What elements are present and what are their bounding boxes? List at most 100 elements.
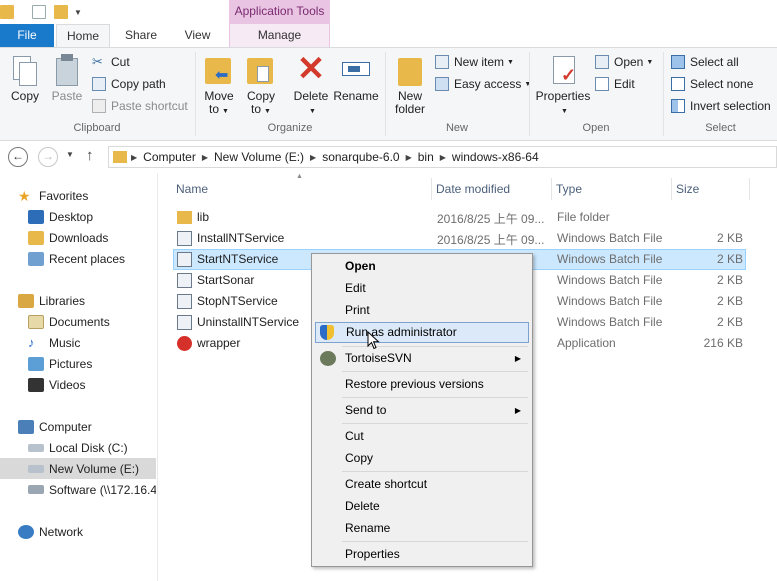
menu-edit[interactable]: Edit bbox=[315, 278, 529, 299]
new-folder-label-2: folder bbox=[394, 102, 426, 116]
file-row[interactable]: lib 2016/8/25 上午 09... File folder bbox=[173, 207, 746, 228]
nav-label: New Volume (E:) bbox=[49, 461, 140, 476]
tab-view[interactable]: View bbox=[170, 24, 225, 47]
paste-shortcut-button[interactable]: Paste shortcut bbox=[92, 96, 188, 116]
nav-software-share[interactable]: Software (\\172.16.4 bbox=[28, 479, 156, 500]
paste-button[interactable]: Paste bbox=[48, 52, 86, 103]
open-button[interactable]: Open ▼ bbox=[595, 52, 653, 72]
column-name[interactable]: Name bbox=[172, 178, 432, 200]
nav-label: Favorites bbox=[39, 188, 89, 203]
copy-to-icon bbox=[245, 52, 277, 86]
nav-label: Pictures bbox=[49, 356, 93, 371]
nav-libraries[interactable]: Libraries bbox=[18, 290, 85, 311]
nav-label: Software (\\172.16.4 bbox=[49, 482, 156, 497]
nav-recent-places[interactable]: Recent places bbox=[28, 248, 125, 269]
chevron-right-icon[interactable]: ▶ bbox=[308, 153, 318, 162]
menu-cut[interactable]: Cut bbox=[315, 426, 529, 447]
tab-manage[interactable]: Manage bbox=[229, 24, 330, 47]
breadcrumb-sonarqube[interactable]: sonarqube-6.0 bbox=[318, 150, 403, 164]
file-name: StartSonar bbox=[197, 273, 255, 287]
menu-tortoisesvn[interactable]: TortoiseSVN ▶ bbox=[315, 348, 529, 369]
menu-print[interactable]: Print bbox=[315, 300, 529, 321]
file-row[interactable]: InstallNTService 2016/8/25 上午 09... Wind… bbox=[173, 228, 746, 249]
nav-videos[interactable]: Videos bbox=[28, 374, 85, 395]
select-group-label: Select bbox=[705, 122, 736, 134]
menu-create-shortcut[interactable]: Create shortcut bbox=[315, 474, 529, 495]
copy-path-icon bbox=[92, 77, 106, 91]
menu-properties[interactable]: Properties bbox=[315, 544, 529, 565]
file-type: Windows Batch File bbox=[557, 315, 663, 329]
contextual-tab-header: Application Tools bbox=[229, 0, 330, 24]
rename-button[interactable]: Rename bbox=[333, 52, 379, 103]
chevron-right-icon[interactable]: ▶ bbox=[438, 153, 448, 162]
back-icon[interactable]: ← bbox=[8, 147, 28, 167]
tab-share[interactable]: Share bbox=[112, 24, 170, 47]
nav-network[interactable]: Network bbox=[18, 521, 83, 542]
delete-button[interactable]: ✕ Delete ▼ bbox=[289, 52, 333, 118]
nav-label: Videos bbox=[49, 377, 86, 392]
menu-separator bbox=[342, 371, 528, 372]
edit-icon bbox=[595, 77, 609, 91]
properties-icon[interactable] bbox=[32, 5, 46, 19]
copy-button[interactable]: Copy bbox=[6, 52, 44, 103]
menu-delete[interactable]: Delete bbox=[315, 496, 529, 517]
menu-label: TortoiseSVN bbox=[345, 351, 412, 365]
chevron-right-icon[interactable]: ▶ bbox=[200, 153, 210, 162]
nav-computer[interactable]: Computer bbox=[18, 416, 92, 437]
column-date-modified[interactable]: Date modified bbox=[432, 178, 552, 200]
move-to-button[interactable]: ⬅ Move to ▼ bbox=[199, 52, 239, 118]
easy-access-label: Easy access bbox=[454, 77, 522, 91]
breadcrumb-windows[interactable]: windows-x86-64 bbox=[448, 150, 543, 164]
recent-locations-icon[interactable]: ▼ bbox=[66, 150, 74, 159]
batch-file-icon bbox=[177, 315, 192, 330]
forward-icon[interactable]: → bbox=[38, 147, 58, 167]
file-name: lib bbox=[197, 210, 210, 224]
properties-button[interactable]: ✓ Properties ▼ bbox=[535, 52, 591, 118]
breadcrumb-bin[interactable]: bin bbox=[414, 150, 438, 164]
menu-run-as-administrator[interactable]: Run as administrator bbox=[315, 322, 529, 343]
file-type: Windows Batch File bbox=[557, 273, 663, 287]
copy-path-button[interactable]: Copy path bbox=[92, 74, 166, 94]
quick-access-toolbar: ▼ bbox=[0, 2, 82, 22]
new-item-button[interactable]: New item ▼ bbox=[435, 52, 514, 72]
nav-documents[interactable]: Documents bbox=[28, 311, 110, 332]
copy-to-button[interactable]: Copy to ▼ bbox=[241, 52, 281, 118]
menu-open[interactable]: Open bbox=[315, 256, 529, 277]
qat-dropdown-icon[interactable]: ▼ bbox=[74, 8, 82, 17]
nav-desktop[interactable]: Desktop bbox=[28, 206, 93, 227]
move-to-label-2: to bbox=[209, 102, 220, 116]
folder-icon[interactable] bbox=[0, 5, 14, 19]
select-none-button[interactable]: Select none bbox=[671, 74, 753, 94]
breadcrumb-volume[interactable]: New Volume (E:) bbox=[210, 150, 308, 164]
chevron-right-icon[interactable]: ▶ bbox=[129, 153, 139, 162]
address-bar[interactable]: ▶ Computer ▶ New Volume (E:) ▶ sonarqube… bbox=[108, 146, 777, 168]
menu-rename[interactable]: Rename bbox=[315, 518, 529, 539]
select-all-button[interactable]: Select all bbox=[671, 52, 739, 72]
chevron-right-icon[interactable]: ▶ bbox=[404, 153, 414, 162]
move-to-label: Move bbox=[204, 89, 234, 103]
nav-local-disk[interactable]: Local Disk (C:) bbox=[28, 437, 128, 458]
tab-home[interactable]: Home bbox=[56, 24, 110, 48]
nav-downloads[interactable]: Downloads bbox=[28, 227, 108, 248]
new-folder-icon[interactable] bbox=[54, 5, 68, 19]
column-size[interactable]: Size bbox=[672, 178, 750, 200]
batch-file-icon bbox=[177, 294, 192, 309]
invert-selection-button[interactable]: Invert selection bbox=[671, 96, 771, 116]
nav-new-volume[interactable]: New Volume (E:) bbox=[0, 458, 156, 479]
menu-restore-previous-versions[interactable]: Restore previous versions bbox=[315, 374, 529, 395]
column-type[interactable]: Type bbox=[552, 178, 672, 200]
tab-file[interactable]: File bbox=[0, 24, 54, 47]
up-arrow-icon[interactable]: ↑ bbox=[86, 147, 94, 164]
new-folder-button[interactable]: New folder bbox=[390, 52, 430, 116]
nav-music[interactable]: ♪ Music bbox=[28, 332, 80, 353]
easy-access-button[interactable]: Easy access ▼ bbox=[435, 74, 531, 94]
cut-button[interactable]: ✂ Cut bbox=[92, 52, 130, 72]
nav-favorites[interactable]: ★ Favorites bbox=[18, 185, 88, 206]
menu-copy[interactable]: Copy bbox=[315, 448, 529, 469]
file-type: Windows Batch File bbox=[557, 294, 663, 308]
nav-pictures[interactable]: Pictures bbox=[28, 353, 92, 374]
breadcrumb-computer[interactable]: Computer bbox=[139, 150, 200, 164]
hard-drive-icon bbox=[28, 443, 44, 452]
menu-send-to[interactable]: Send to ▶ bbox=[315, 400, 529, 421]
edit-button[interactable]: Edit bbox=[595, 74, 635, 94]
